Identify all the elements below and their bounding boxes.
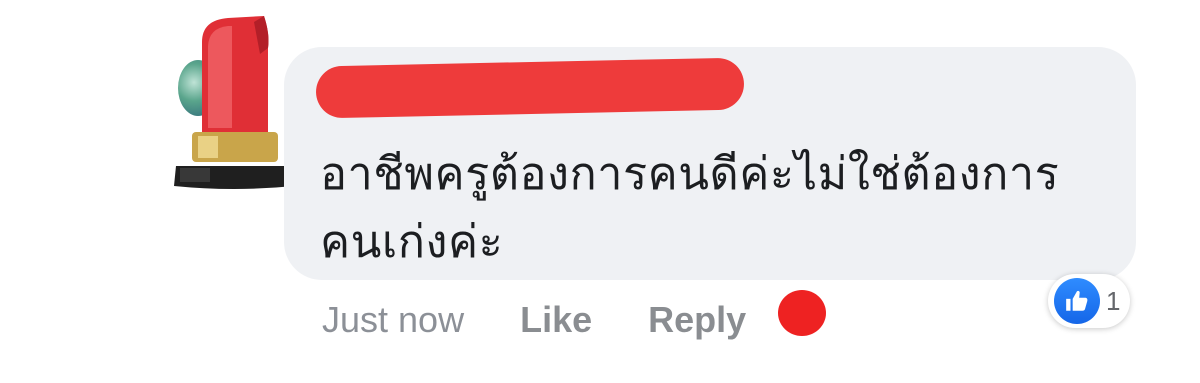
reaction-count: 1: [1106, 285, 1121, 316]
redaction-dot: [778, 290, 826, 336]
reaction-summary[interactable]: 1: [1048, 274, 1131, 328]
comment-text: อาชีพครูต้องการคนดีค่ะไม่ใช่ต้องการ คนเก…: [320, 147, 1060, 268]
timestamp[interactable]: Just now: [322, 299, 464, 341]
like-button[interactable]: Like: [520, 299, 592, 341]
author-name-redaction: [315, 57, 745, 119]
thumbs-up-icon: [1054, 278, 1100, 324]
comment-actions: Just now Like Reply: [322, 294, 746, 346]
comment-thread: อาชีพครูต้องการคนดีค่ะไม่ใช่ต้องการ คนเก…: [0, 0, 1200, 383]
lipstick-icon: [174, 16, 294, 189]
reply-button[interactable]: Reply: [648, 299, 746, 341]
